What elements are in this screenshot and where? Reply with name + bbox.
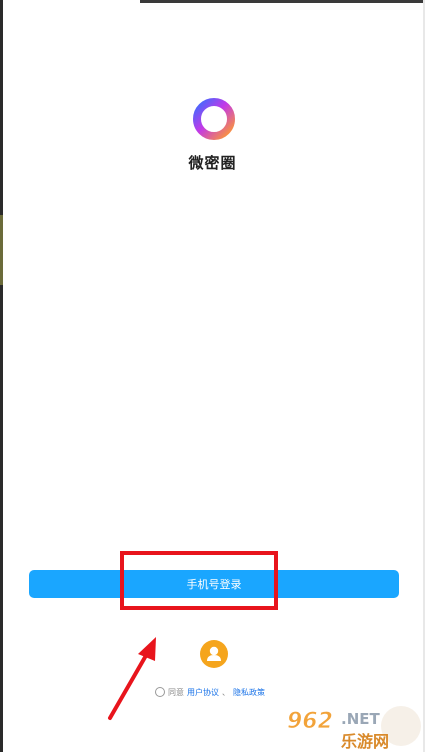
screen-frame-left	[0, 0, 3, 752]
app-title: 微密圈	[188, 154, 237, 172]
watermark-cn: 乐游网	[341, 732, 389, 751]
screen-frame-top	[140, 0, 425, 3]
user-icon	[207, 646, 221, 661]
annotation-highlight-box	[120, 551, 278, 610]
agreement-separator: 、	[222, 687, 230, 697]
guest-login-button[interactable]	[200, 640, 228, 668]
agreement-prefix: 同意	[168, 687, 184, 697]
agreement-row: 同意 用户协议、隐私政策	[155, 686, 265, 698]
app-logo-icon	[193, 98, 235, 140]
red-arrow-icon	[108, 637, 156, 720]
privacy-policy-link[interactable]: 隐私政策	[233, 687, 265, 698]
site-watermark: 962 .NET 乐游网	[287, 706, 421, 751]
watermark-domain: .NET	[341, 710, 380, 728]
watermark-number: 962	[287, 709, 333, 734]
user-agreement-link[interactable]: 用户协议	[187, 687, 219, 698]
